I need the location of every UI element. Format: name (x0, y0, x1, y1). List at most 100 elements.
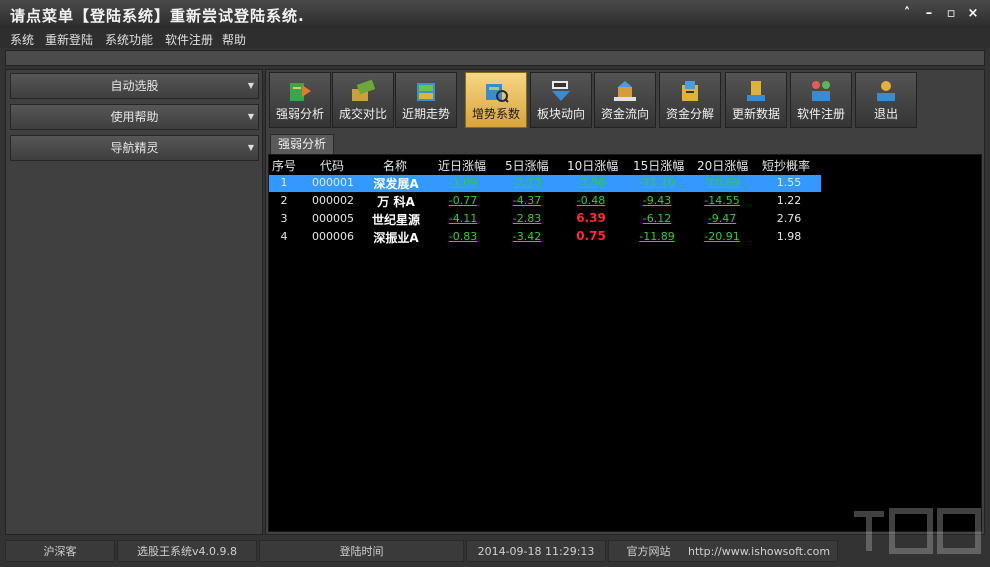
menu-help[interactable]: 帮助 (222, 31, 246, 48)
change-10d: -0.48 (576, 194, 606, 207)
update-data-button[interactable]: 更新数据 (725, 72, 787, 128)
change-5d: -2.13 (512, 176, 542, 189)
stock-code: 000001 (312, 176, 354, 189)
toolbar-label: 软件注册 (796, 107, 845, 121)
change-1d: -4.11 (448, 212, 478, 225)
growth-factor-icon (486, 84, 509, 103)
column-header[interactable]: 代码 (320, 157, 344, 173)
change-15d: -6.12 (642, 212, 672, 225)
auto-select-button[interactable]: 自动选股 ▼ (10, 73, 259, 99)
window-title: 请点菜单【登陆系统】重新尝试登陆系统. (10, 7, 305, 25)
column-header[interactable]: 10日涨幅 (567, 157, 618, 173)
status-login-time: 2014-09-18 11:29:13 (466, 540, 606, 562)
column-header[interactable]: 15日涨幅 (633, 157, 684, 173)
short-prob: 1.22 (776, 194, 802, 207)
minimize-icon[interactable]: – (918, 5, 940, 23)
recent-trend-button[interactable]: 近期走势 (395, 72, 457, 128)
short-prob: 1.55 (776, 176, 802, 189)
change-1d: -1.09 (448, 176, 478, 189)
chevron-down-icon: ▼ (247, 112, 254, 121)
change-20d: -10.69 (704, 176, 740, 189)
column-header[interactable]: 近日涨幅 (438, 157, 486, 173)
nav-wizard-button[interactable]: 导航精灵 ▼ (10, 135, 259, 161)
status-site-label: 官方网站 (608, 540, 688, 562)
watermark-logo (854, 508, 981, 554)
stock-code: 000005 (312, 212, 354, 225)
volume-compare-icon (352, 79, 376, 101)
row-index: 4 (280, 230, 288, 243)
left-panel: 自动选股 ▼ 使用帮助 ▼ 导航精灵 ▼ (5, 69, 263, 535)
column-header[interactable]: 名称 (383, 157, 407, 173)
status-site-url[interactable]: http://www.ishowsoft.com (688, 540, 838, 562)
change-10d: 6.39 (576, 211, 606, 225)
stock-name: 深发展A (373, 177, 419, 191)
strength-chart-icon (290, 83, 311, 101)
auto-select-label: 自动选股 (110, 79, 159, 93)
sector-move-icon (552, 81, 570, 101)
change-20d: -14.55 (704, 194, 740, 207)
table-row[interactable]: 3 000005 世纪星源 -4.11 -2.83 6.39 -6.12 -9.… (269, 211, 821, 228)
column-header[interactable]: 短抄概率 (762, 157, 810, 173)
stock-code: 000002 (312, 194, 354, 207)
fund-split-icon (682, 81, 698, 101)
usage-help-label: 使用帮助 (110, 110, 159, 124)
menu-system[interactable]: 系统 (10, 31, 34, 48)
menu-functions[interactable]: 系统功能 (105, 31, 153, 48)
title-bar: 请点菜单【登陆系统】重新尝试登陆系统. ˄ – ▫ × (0, 0, 990, 28)
toolbar-label: 增势系数 (471, 107, 520, 121)
collapse-icon[interactable]: ˄ (896, 5, 918, 23)
software-register-button[interactable]: 软件注册 (790, 72, 852, 128)
change-15d: -11.18 (639, 176, 675, 189)
row-index: 1 (280, 176, 288, 189)
table-row[interactable]: 2 000002 万 科A -0.77 -4.37 -0.48 -9.43 -1… (269, 193, 821, 210)
maximize-icon[interactable]: ▫ (940, 5, 962, 23)
table-row[interactable]: 4 000006 深振业A -0.83 -3.42 0.75 -11.89 -2… (269, 229, 821, 246)
change-10d: 0.75 (576, 229, 606, 243)
nav-wizard-label: 导航精灵 (110, 141, 159, 155)
column-header[interactable]: 20日涨幅 (697, 157, 748, 173)
strength-analysis-button[interactable]: 强弱分析 (269, 72, 331, 128)
column-header[interactable]: 5日涨幅 (505, 157, 549, 173)
update-data-icon (747, 81, 765, 101)
table-row[interactable]: 1 000001 深发展A -1.09 -2.13 -3.96 -11.18 -… (269, 175, 821, 192)
fund-split-button[interactable]: 资金分解 (659, 72, 721, 128)
change-5d: -4.37 (512, 194, 542, 207)
column-header[interactable]: 序号 (272, 157, 296, 173)
stock-name: 万 科A (377, 195, 415, 209)
change-20d: -20.91 (704, 230, 740, 243)
right-panel: 强弱分析 成交对比 近期走势 增势系数 板块动向 资金流向 资金分解 更新数据 (265, 69, 985, 535)
status-version: 选股王系统v4.0.9.8 (117, 540, 257, 562)
stock-table: 序号 代码 名称 近日涨幅 5日涨幅 10日涨幅 15日涨幅 20日涨幅 短抄概… (268, 154, 982, 532)
status-bar: 沪深客 选股王系统v4.0.9.8 登陆时间 2014-09-18 11:29:… (0, 538, 990, 567)
tab-strength-analysis[interactable]: 强弱分析 (270, 134, 334, 154)
toolbar-label: 资金流向 (600, 107, 649, 121)
close-icon[interactable]: × (962, 5, 984, 23)
stock-name: 世纪星源 (371, 213, 420, 227)
status-market: 沪深客 (5, 540, 115, 562)
fund-flow-icon (614, 81, 636, 101)
toolbar-label: 资金分解 (665, 107, 714, 121)
status-login-label: 登陆时间 (259, 540, 464, 562)
fund-flow-button[interactable]: 资金流向 (594, 72, 656, 128)
window-controls: ˄ – ▫ × (896, 5, 984, 23)
change-20d: -9.47 (707, 212, 737, 225)
toolbar-label: 更新数据 (731, 107, 780, 121)
row-index: 2 (280, 194, 288, 207)
toolbar-label: 退出 (873, 107, 898, 121)
exit-button[interactable]: 退出 (855, 72, 917, 128)
toolbar-label: 强弱分析 (275, 107, 324, 121)
short-prob: 2.76 (776, 212, 802, 225)
volume-compare-button[interactable]: 成交对比 (332, 72, 394, 128)
chevron-down-icon: ▼ (247, 81, 254, 90)
chevron-down-icon: ▼ (247, 143, 254, 152)
usage-help-button[interactable]: 使用帮助 ▼ (10, 104, 259, 130)
menu-register[interactable]: 软件注册 (165, 31, 213, 48)
register-icon (812, 81, 830, 101)
growth-factor-button[interactable]: 增势系数 (465, 72, 527, 128)
toolbar-label: 成交对比 (338, 107, 387, 121)
menu-bar: 系统 重新登陆 系统功能 软件注册 帮助 (0, 28, 990, 48)
menu-relogin[interactable]: 重新登陆 (45, 31, 93, 48)
sector-move-button[interactable]: 板块动向 (530, 72, 592, 128)
trend-icon (417, 83, 435, 101)
change-10d: -3.96 (576, 176, 606, 189)
